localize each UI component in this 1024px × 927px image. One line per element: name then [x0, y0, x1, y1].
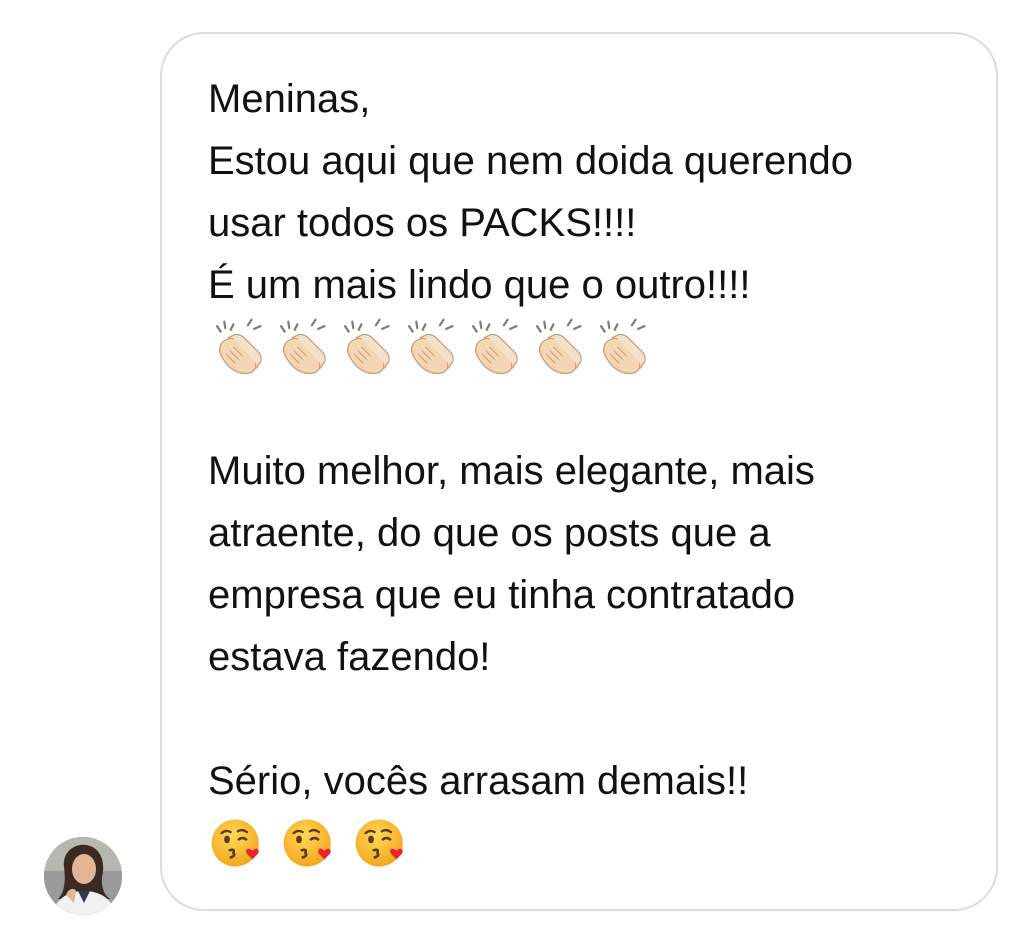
message-line: estava fazendo! — [208, 635, 491, 679]
clapping-hands-icon — [400, 318, 458, 376]
clapping-hands-icon — [208, 318, 266, 376]
message-line: usar todos os PACKS!!!! — [208, 201, 637, 245]
message-line: Meninas, — [208, 77, 371, 121]
message-bubble[interactable]: Meninas, Estou aqui que nem doida queren… — [160, 32, 998, 911]
message-line: É um mais lindo que o outro!!!! — [208, 263, 751, 307]
clapping-hands-icon — [272, 318, 330, 376]
message-line: Muito melhor, mais elegante, mais — [208, 449, 815, 493]
avatar-photo — [44, 837, 122, 915]
clapping-hands-icon — [592, 318, 650, 376]
clapping-hands-icon — [464, 318, 522, 376]
face-blowing-kiss-icon — [352, 814, 410, 872]
message-line: empresa que eu tinha contratado — [208, 573, 796, 617]
face-blowing-kiss-icon — [280, 814, 338, 872]
clap-emoji-row — [208, 316, 978, 378]
message-line: Sério, vocês arrasam demais!! — [208, 759, 749, 803]
message-line: Estou aqui que nem doida querendo — [208, 139, 853, 183]
clapping-hands-icon — [528, 318, 586, 376]
message-line: atraente, do que os posts que a — [208, 511, 771, 555]
message-text: Meninas, Estou aqui que nem doida queren… — [208, 68, 978, 874]
face-blowing-kiss-icon — [208, 814, 266, 872]
clapping-hands-icon — [336, 318, 394, 376]
avatar[interactable] — [44, 837, 122, 915]
kiss-emoji-row — [208, 812, 978, 874]
